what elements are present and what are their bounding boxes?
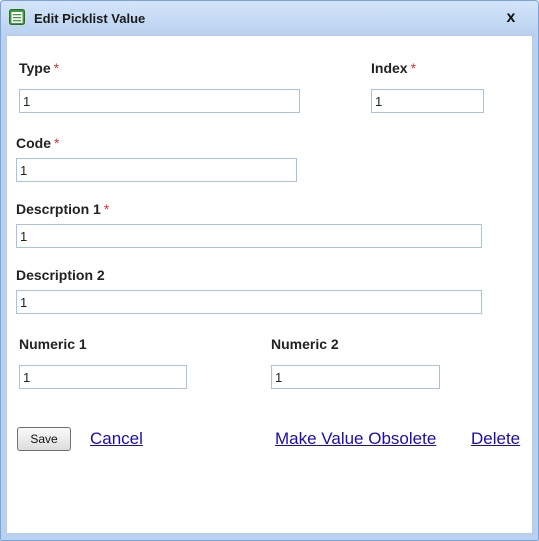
numeric1-input[interactable] xyxy=(19,365,187,389)
type-label: Type * xyxy=(19,60,60,76)
required-marker: * xyxy=(103,201,110,217)
index-label: Index * xyxy=(371,60,417,76)
title-bar[interactable]: Edit Picklist Value x xyxy=(1,1,538,35)
delete-link[interactable]: Delete xyxy=(471,429,520,449)
description2-input[interactable] xyxy=(16,290,482,314)
required-marker: * xyxy=(410,60,417,76)
description1-label: Descrption 1 * xyxy=(16,201,110,217)
make-obsolete-link[interactable]: Make Value Obsolete xyxy=(275,429,436,449)
numeric2-input[interactable] xyxy=(271,365,440,389)
dialog-title: Edit Picklist Value xyxy=(34,11,146,26)
required-marker: * xyxy=(53,60,60,76)
form-icon xyxy=(9,9,25,25)
description1-input[interactable] xyxy=(16,224,482,248)
code-label: Code * xyxy=(16,135,60,151)
type-input[interactable] xyxy=(19,89,300,113)
close-button[interactable]: x xyxy=(502,8,520,28)
numeric1-label: Numeric 1 xyxy=(19,336,87,352)
numeric2-label: Numeric 2 xyxy=(271,336,339,352)
save-button[interactable]: Save xyxy=(17,427,71,451)
dialog-body: Type* Index* Code* Descrption 1* Descrip… xyxy=(6,35,533,534)
description2-label: Description 2 xyxy=(16,267,105,283)
required-marker: * xyxy=(54,135,60,151)
edit-picklist-dialog: Edit Picklist Value x Type* Index* Code*… xyxy=(0,0,539,541)
index-input[interactable] xyxy=(371,89,484,113)
code-input[interactable] xyxy=(16,158,297,182)
cancel-link[interactable]: Cancel xyxy=(90,429,143,449)
